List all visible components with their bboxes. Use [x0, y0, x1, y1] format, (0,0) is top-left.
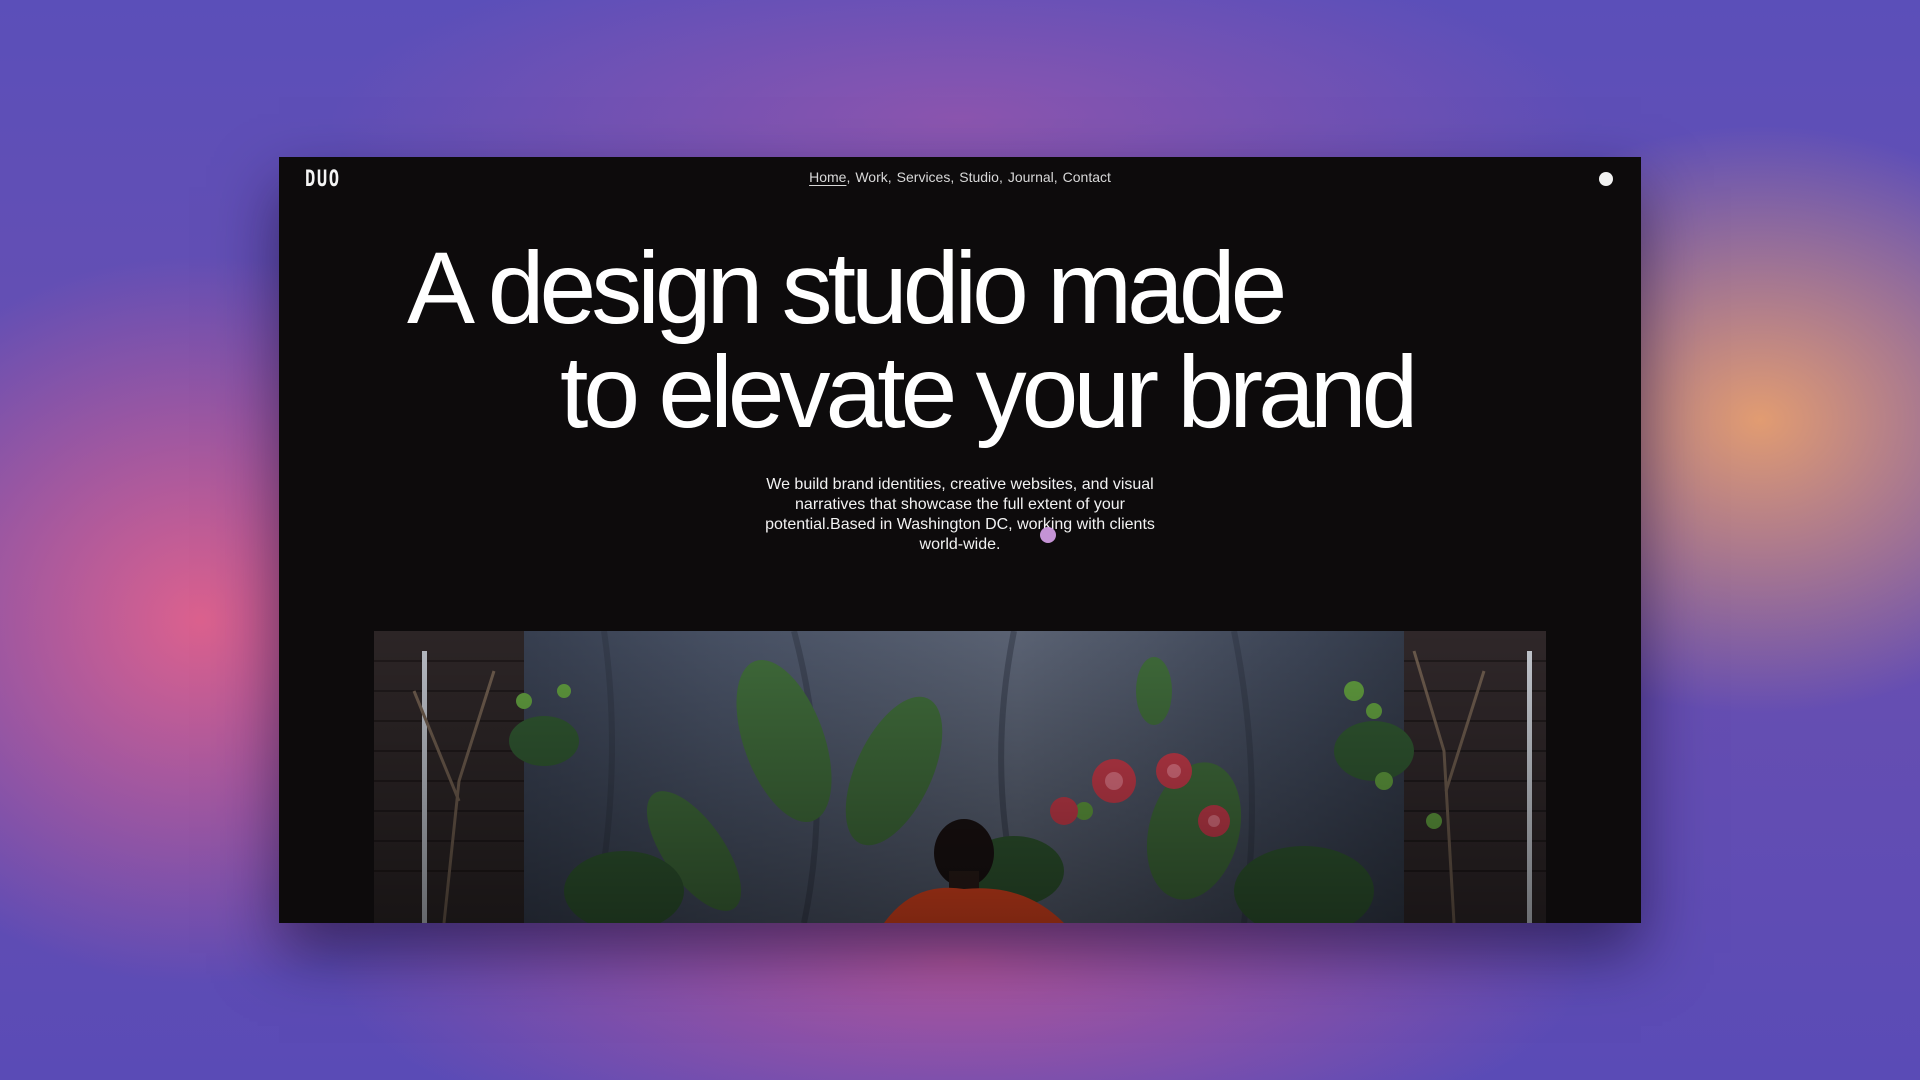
dot-menu-icon[interactable]: [1599, 172, 1613, 186]
nav-home-link[interactable]: Home: [809, 169, 846, 185]
browser-page: DUO Home, Work, Services, Studio, Journal, Co…: [279, 157, 1641, 923]
intro-paragraph: We build brand identities, creative webs…: [765, 476, 1155, 553]
nav-studio-link[interactable]: Studio: [959, 169, 999, 185]
nav-services-link[interactable]: Services: [897, 169, 951, 185]
nav-separator: ,: [998, 169, 1003, 185]
nav-separator: ,: [1053, 169, 1058, 185]
nav-separator: ,: [950, 169, 955, 185]
nav-separator: ,: [846, 169, 851, 185]
hero-heading-line-2: to elevate your brand: [560, 335, 1418, 449]
hero-heading-line-1: A design studio made: [407, 231, 1287, 345]
nav-contact-link[interactable]: Contact: [1063, 169, 1111, 185]
mouse-cursor: [1040, 527, 1056, 543]
nav-menu: Home, Work, Services, Studio, Journal, Contac…: [279, 169, 1641, 185]
top-navigation: DUO Home, Work, Services, Studio, Journal, Co…: [279, 157, 1641, 203]
nav-journal-link[interactable]: Journal: [1008, 169, 1054, 185]
nav-work-link[interactable]: Work: [855, 169, 887, 185]
nav-separator: ,: [887, 169, 892, 185]
hero-video-image[interactable]: [374, 631, 1546, 923]
